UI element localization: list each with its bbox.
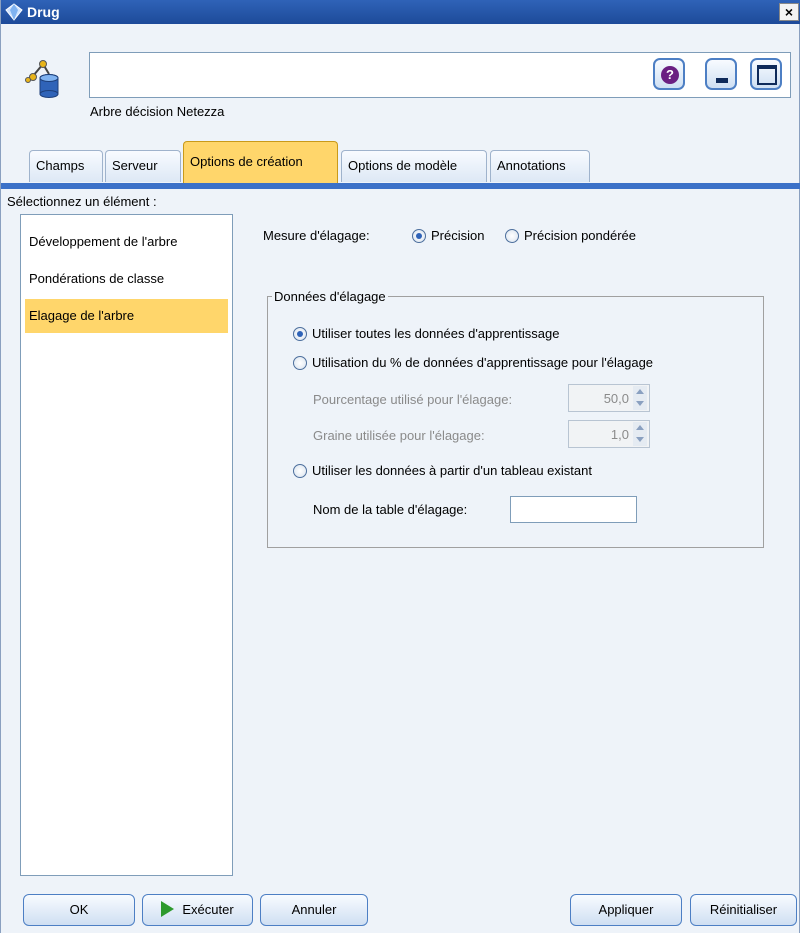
run-button[interactable]: Exécuter [142, 894, 253, 926]
title-bar[interactable]: Drug × [1, 0, 800, 24]
radio-weighted-precision[interactable] [505, 229, 519, 243]
tab-options-de-creation[interactable]: Options de création [183, 141, 338, 184]
tab-bar: Champs Serveur Options de création Optio… [1, 138, 800, 184]
window-title: Drug [27, 4, 60, 20]
node-type-label: Arbre décision Netezza [90, 104, 225, 119]
maximize-button[interactable] [750, 58, 782, 90]
tab-options-de-modele[interactable]: Options de modèle [341, 150, 487, 182]
close-button[interactable]: × [779, 3, 799, 21]
item-list: Développement de l'arbre Pondérations de… [20, 214, 233, 876]
seed-increment-icon[interactable] [633, 422, 647, 434]
tab-annotations[interactable]: Annotations [490, 150, 590, 182]
radio-use-all-data-label[interactable]: Utiliser toutes les données d'apprentiss… [312, 326, 559, 341]
percent-stepper[interactable]: 50,0 [568, 384, 650, 412]
help-button[interactable]: ? [653, 58, 685, 90]
decision-tree-database-icon [25, 60, 59, 98]
pruning-table-name-label: Nom de la table d'élagage: [313, 502, 468, 517]
pruning-data-group-title: Données d'élagage [272, 289, 388, 304]
percent-decrement-icon[interactable] [633, 398, 647, 410]
list-item-tree-pruning[interactable]: Elagage de l'arbre [25, 299, 228, 333]
run-button-label: Exécuter [182, 902, 234, 917]
tab-underline [1, 183, 800, 189]
seed-decrement-icon[interactable] [633, 434, 647, 446]
maximize-icon [757, 65, 777, 85]
percent-label: Pourcentage utilisé pour l'élagage: [313, 392, 513, 407]
minimize-button[interactable] [705, 58, 737, 90]
diamond-node-icon [5, 3, 23, 21]
percent-increment-icon[interactable] [633, 386, 647, 398]
ok-button[interactable]: OK [23, 894, 135, 926]
seed-label: Graine utilisée pour l'élagage: [313, 428, 485, 443]
help-icon: ? [661, 66, 679, 84]
cancel-button[interactable]: Annuler [260, 894, 368, 926]
radio-use-all-data[interactable] [293, 327, 307, 341]
play-icon [161, 901, 175, 918]
apply-button[interactable]: Appliquer [570, 894, 682, 926]
tab-champs[interactable]: Champs [29, 150, 103, 182]
radio-use-percent-data-label[interactable]: Utilisation du % de données d'apprentiss… [312, 355, 653, 370]
tab-serveur[interactable]: Serveur [105, 150, 181, 182]
seed-value: 1,0 [610, 427, 629, 442]
radio-use-existing-table-label[interactable]: Utiliser les données à partir d'un table… [312, 463, 592, 478]
node-name-input[interactable] [89, 52, 791, 98]
radio-use-percent-data[interactable] [293, 356, 307, 370]
radio-weighted-precision-label[interactable]: Précision pondérée [524, 228, 636, 243]
seed-stepper[interactable]: 1,0 [568, 420, 650, 448]
dialog-window: Drug × ? Arbre décision Netezza Champs S… [0, 0, 800, 933]
reset-button[interactable]: Réinitialiser [690, 894, 797, 926]
radio-precision[interactable] [412, 229, 426, 243]
radio-use-existing-table[interactable] [293, 464, 307, 478]
list-item-tree-growth[interactable]: Développement de l'arbre [25, 225, 228, 259]
list-item-class-weights[interactable]: Pondérations de classe [25, 262, 228, 296]
select-item-label: Sélectionnez un élément : [7, 194, 157, 209]
percent-value: 50,0 [603, 391, 629, 406]
pruning-table-name-input[interactable] [510, 496, 637, 523]
minimize-icon [716, 78, 728, 83]
radio-precision-label[interactable]: Précision [431, 228, 484, 243]
pruning-measure-label: Mesure d'élagage: [263, 228, 370, 243]
